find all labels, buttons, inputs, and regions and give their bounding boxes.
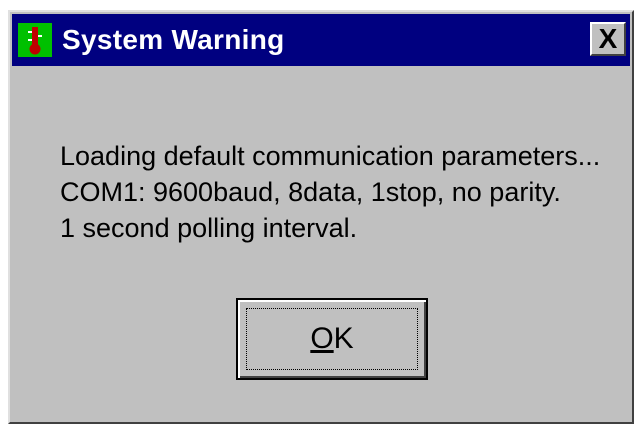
ok-accelerator-key: O (310, 322, 334, 355)
window-title: System Warning (62, 24, 285, 55)
title-bar[interactable]: System Warning X (12, 14, 630, 66)
ok-button-label: OK (310, 322, 353, 356)
close-icon: X (598, 23, 618, 54)
message-line: COM1: 9600baud, 8data, 1stop, no parity. (60, 177, 561, 207)
system-warning-dialog: System Warning X Loading default communi… (8, 10, 634, 424)
ok-label-rest: K (333, 322, 354, 355)
ok-button[interactable]: OK (236, 298, 428, 380)
thermometer-icon (18, 23, 52, 57)
warning-message: Loading default communication parameters… (60, 138, 600, 246)
message-line: 1 second polling interval. (60, 213, 358, 243)
message-line: Loading default communication parameters… (60, 141, 601, 171)
close-button[interactable]: X (590, 22, 626, 56)
